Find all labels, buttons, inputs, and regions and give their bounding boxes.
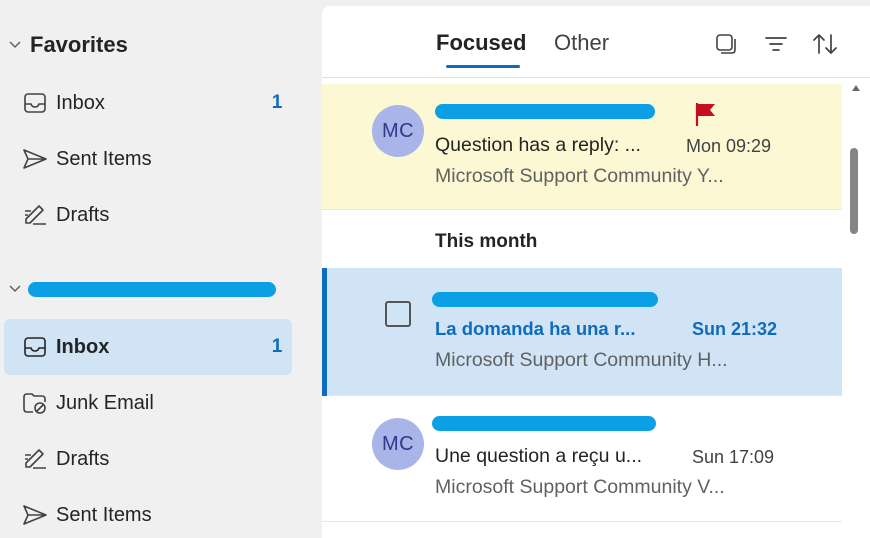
message-subject: Question has a reply: ... [435, 134, 641, 156]
drafts-icon [4, 431, 52, 487]
select-mode-button[interactable] [710, 28, 742, 60]
message-time: Sun 21:32 [692, 319, 778, 339]
inbox-icon [4, 319, 52, 375]
message-preview: Microsoft Support Community Y... [435, 165, 724, 187]
message-list-header: Focused Other [322, 6, 870, 78]
sidebar-item-account-inbox[interactable]: Inbox 1 [4, 319, 292, 375]
chevron-down-icon[interactable] [0, 30, 30, 60]
message-subject: Une question a reçu u... [435, 445, 643, 467]
message-row[interactable]: MC Question has a reply: ... Mon 09:29 M… [322, 84, 842, 210]
inbox-icon [4, 75, 52, 131]
message-preview: Microsoft Support Community H... [435, 349, 728, 371]
avatar: MC [372, 418, 424, 470]
folder-pane: Favorites Inbox 1 Sent Items Drafts Inbo… [0, 0, 322, 538]
selection-indicator [322, 268, 327, 396]
favorites-title: Favorites [30, 32, 128, 57]
sidebar-item-account-junk[interactable]: Junk Email [4, 375, 292, 431]
sort-icon [813, 34, 837, 54]
message-preview: Microsoft Support Community V... [435, 476, 725, 498]
chevron-down-icon[interactable] [0, 274, 30, 304]
send-icon [4, 131, 52, 187]
sidebar-item-label: Inbox [56, 91, 105, 114]
message-subject: La domanda ha una r... [435, 318, 636, 339]
account-header[interactable] [0, 274, 30, 304]
redacted-sender [435, 104, 655, 119]
message-time: Sun 17:09 [692, 447, 775, 467]
junk-icon [4, 375, 52, 431]
tab-focused[interactable]: Focused [436, 30, 526, 56]
favorites-header[interactable]: Favorites [0, 30, 128, 60]
sidebar-item-label: Drafts [56, 203, 110, 226]
sort-button[interactable] [809, 28, 841, 60]
sidebar-item-favorites-drafts[interactable]: Drafts [4, 187, 292, 243]
unread-count: 1 [271, 336, 283, 357]
active-tab-indicator [446, 65, 520, 68]
sidebar-item-label: Drafts [56, 447, 110, 470]
flag-icon[interactable] [694, 101, 718, 127]
message-row[interactable]: MC Une question a reçu u... Sun 17:09 Mi… [322, 396, 842, 522]
sidebar-item-label: Inbox [56, 335, 110, 358]
drafts-icon [4, 187, 52, 243]
scrollbar-thumb[interactable] [850, 148, 858, 234]
unread-count: 1 [271, 92, 283, 113]
scrollbar[interactable] [842, 80, 870, 538]
avatar: MC [372, 105, 424, 157]
message-checkbox[interactable] [385, 301, 411, 327]
redacted-sender [432, 292, 658, 307]
group-header-this-month: This month [435, 231, 538, 252]
redacted-sender [432, 416, 656, 431]
message-time: Mon 09:29 [686, 136, 772, 156]
sidebar-item-label: Sent Items [56, 503, 152, 526]
send-icon [4, 487, 52, 538]
sidebar-item-favorites-sent[interactable]: Sent Items [4, 131, 292, 187]
message-row-selected[interactable]: La domanda ha una r... Sun 21:32 Microso… [322, 268, 842, 396]
sidebar-item-label: Junk Email [56, 391, 154, 414]
filter-button[interactable] [760, 28, 792, 60]
scroll-up-arrow-icon[interactable] [852, 84, 860, 92]
select-icon [716, 34, 736, 54]
sidebar-item-favorites-inbox[interactable]: Inbox 1 [4, 75, 292, 131]
filter-icon [765, 37, 787, 51]
message-list-pane: Focused Other MC Question has a reply: .… [322, 6, 870, 538]
sidebar-item-label: Sent Items [56, 147, 152, 170]
redacted-account-name [28, 282, 276, 297]
tab-other[interactable]: Other [554, 30, 609, 56]
sidebar-item-account-sent[interactable]: Sent Items [4, 487, 292, 538]
sidebar-item-account-drafts[interactable]: Drafts [4, 431, 292, 487]
